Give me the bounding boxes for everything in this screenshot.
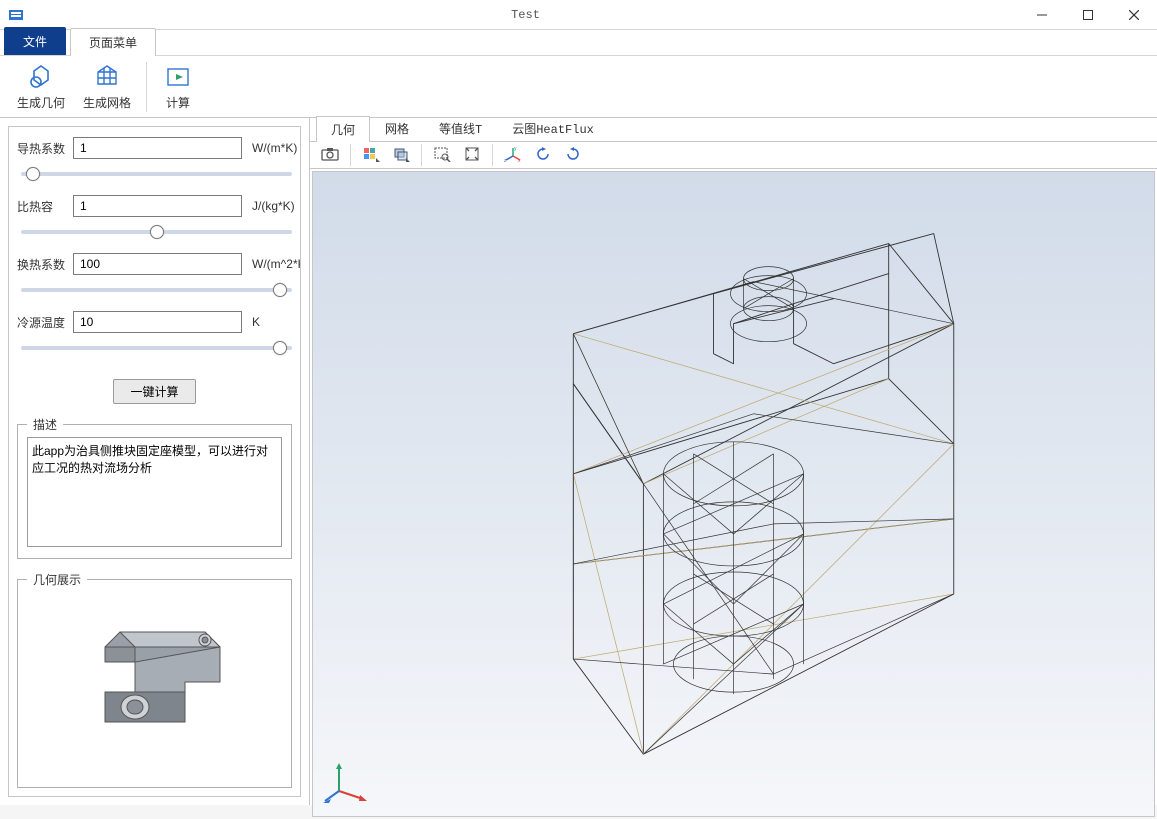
build-geometry-label: 生成几何 <box>17 94 65 111</box>
page-menu-tab[interactable]: 页面菜单 <box>70 28 156 56</box>
cold-temp-slider[interactable] <box>21 346 292 350</box>
thermal-cond-unit: W/(m*K) <box>246 141 301 155</box>
tab-mesh[interactable]: 网格 <box>370 115 424 141</box>
one-click-compute-button[interactable]: 一键计算 <box>113 379 195 404</box>
description-legend: 描述 <box>27 416 63 433</box>
axis-triad <box>323 755 371 806</box>
cold-temp-input[interactable] <box>73 311 242 333</box>
transparency-button[interactable] <box>387 142 415 168</box>
build-geometry-button[interactable]: 生成几何 <box>8 57 74 116</box>
zoom-extents-button[interactable] <box>428 142 456 168</box>
build-mesh-label: 生成网格 <box>83 94 131 111</box>
compute-label: 计算 <box>166 94 190 111</box>
graphics-canvas[interactable] <box>312 171 1155 817</box>
thermal-cond-label: 导热系数 <box>17 140 69 157</box>
rotate-cw-button[interactable] <box>559 142 587 168</box>
wireframe-model <box>313 172 1154 816</box>
side-panel: 导热系数 W/(m*K) 比热容 J/(kg*K) 换热系数 W/(m^2*K)… <box>0 118 310 805</box>
scene-light-button[interactable] <box>357 142 385 168</box>
window-title: Test <box>32 8 1019 22</box>
description-group: 描述 <box>17 416 292 559</box>
spec-heat-label: 比热容 <box>17 198 69 215</box>
spec-heat-input[interactable] <box>73 195 242 217</box>
minimize-button[interactable] <box>1019 0 1065 30</box>
description-text <box>27 437 282 547</box>
palette-icon <box>362 146 380 165</box>
ribbon-tabs: 文件 页面菜单 <box>0 30 1157 56</box>
layers-icon <box>392 146 410 165</box>
geometry-preview-group: 几何展示 <box>17 571 292 788</box>
thermal-cond-slider[interactable] <box>21 172 292 176</box>
heat-transf-label: 换热系数 <box>17 256 69 273</box>
axes-xyz-icon: yxz <box>504 146 522 165</box>
cold-temp-unit: K <box>246 315 301 329</box>
heat-transf-input[interactable] <box>73 253 242 275</box>
app-icon <box>7 6 25 24</box>
spec-heat-unit: J/(kg*K) <box>246 199 301 213</box>
geometry-icon <box>26 62 56 92</box>
rotate-ccw-icon <box>534 146 552 165</box>
ribbon-separator <box>146 62 147 112</box>
thermal-cond-input[interactable] <box>73 137 242 159</box>
param-thermal-conductivity: 导热系数 W/(m*K) <box>17 137 292 159</box>
svg-text:x: x <box>518 158 521 162</box>
rotate-cw-icon <box>564 146 582 165</box>
spec-heat-slider[interactable] <box>21 230 292 234</box>
default-view-button[interactable]: yxz <box>499 142 527 168</box>
title-bar: Test <box>0 0 1157 30</box>
compute-button[interactable]: 计算 <box>153 57 203 116</box>
tab-contour[interactable]: 等值线T <box>424 115 497 141</box>
tab-geometry[interactable]: 几何 <box>316 116 370 142</box>
param-heat-transfer: 换热系数 W/(m^2*K) <box>17 253 292 275</box>
maximize-button[interactable] <box>1065 0 1111 30</box>
play-icon <box>163 62 193 92</box>
viewer-toolbar: yxz <box>310 142 1157 169</box>
viewer-tabs: 几何 网格 等值线T 云图HeatFlux <box>310 118 1157 142</box>
tab-cloud[interactable]: 云图HeatFlux <box>497 115 609 141</box>
param-cold-temp: 冷源温度 K <box>17 311 292 333</box>
close-button[interactable] <box>1111 0 1157 30</box>
ribbon-toolbar: 生成几何 生成网格 计算 <box>0 56 1157 118</box>
rotate-ccw-button[interactable] <box>529 142 557 168</box>
geometry-preview-legend: 几何展示 <box>27 571 87 588</box>
zoom-box-icon <box>433 146 451 165</box>
cold-temp-label: 冷源温度 <box>17 314 69 331</box>
heat-transf-slider[interactable] <box>21 288 292 292</box>
geometry-preview[interactable] <box>27 592 282 752</box>
expand-icon <box>463 146 481 165</box>
svg-text:y: y <box>514 146 517 152</box>
zoom-selection-button[interactable] <box>458 142 486 168</box>
mesh-icon <box>92 62 122 92</box>
build-mesh-button[interactable]: 生成网格 <box>74 57 140 116</box>
snapshot-button[interactable] <box>316 142 344 168</box>
heat-transf-unit: W/(m^2*K) <box>246 257 301 271</box>
param-specific-heat: 比热容 J/(kg*K) <box>17 195 292 217</box>
file-tab[interactable]: 文件 <box>4 27 66 55</box>
camera-icon <box>321 146 339 165</box>
